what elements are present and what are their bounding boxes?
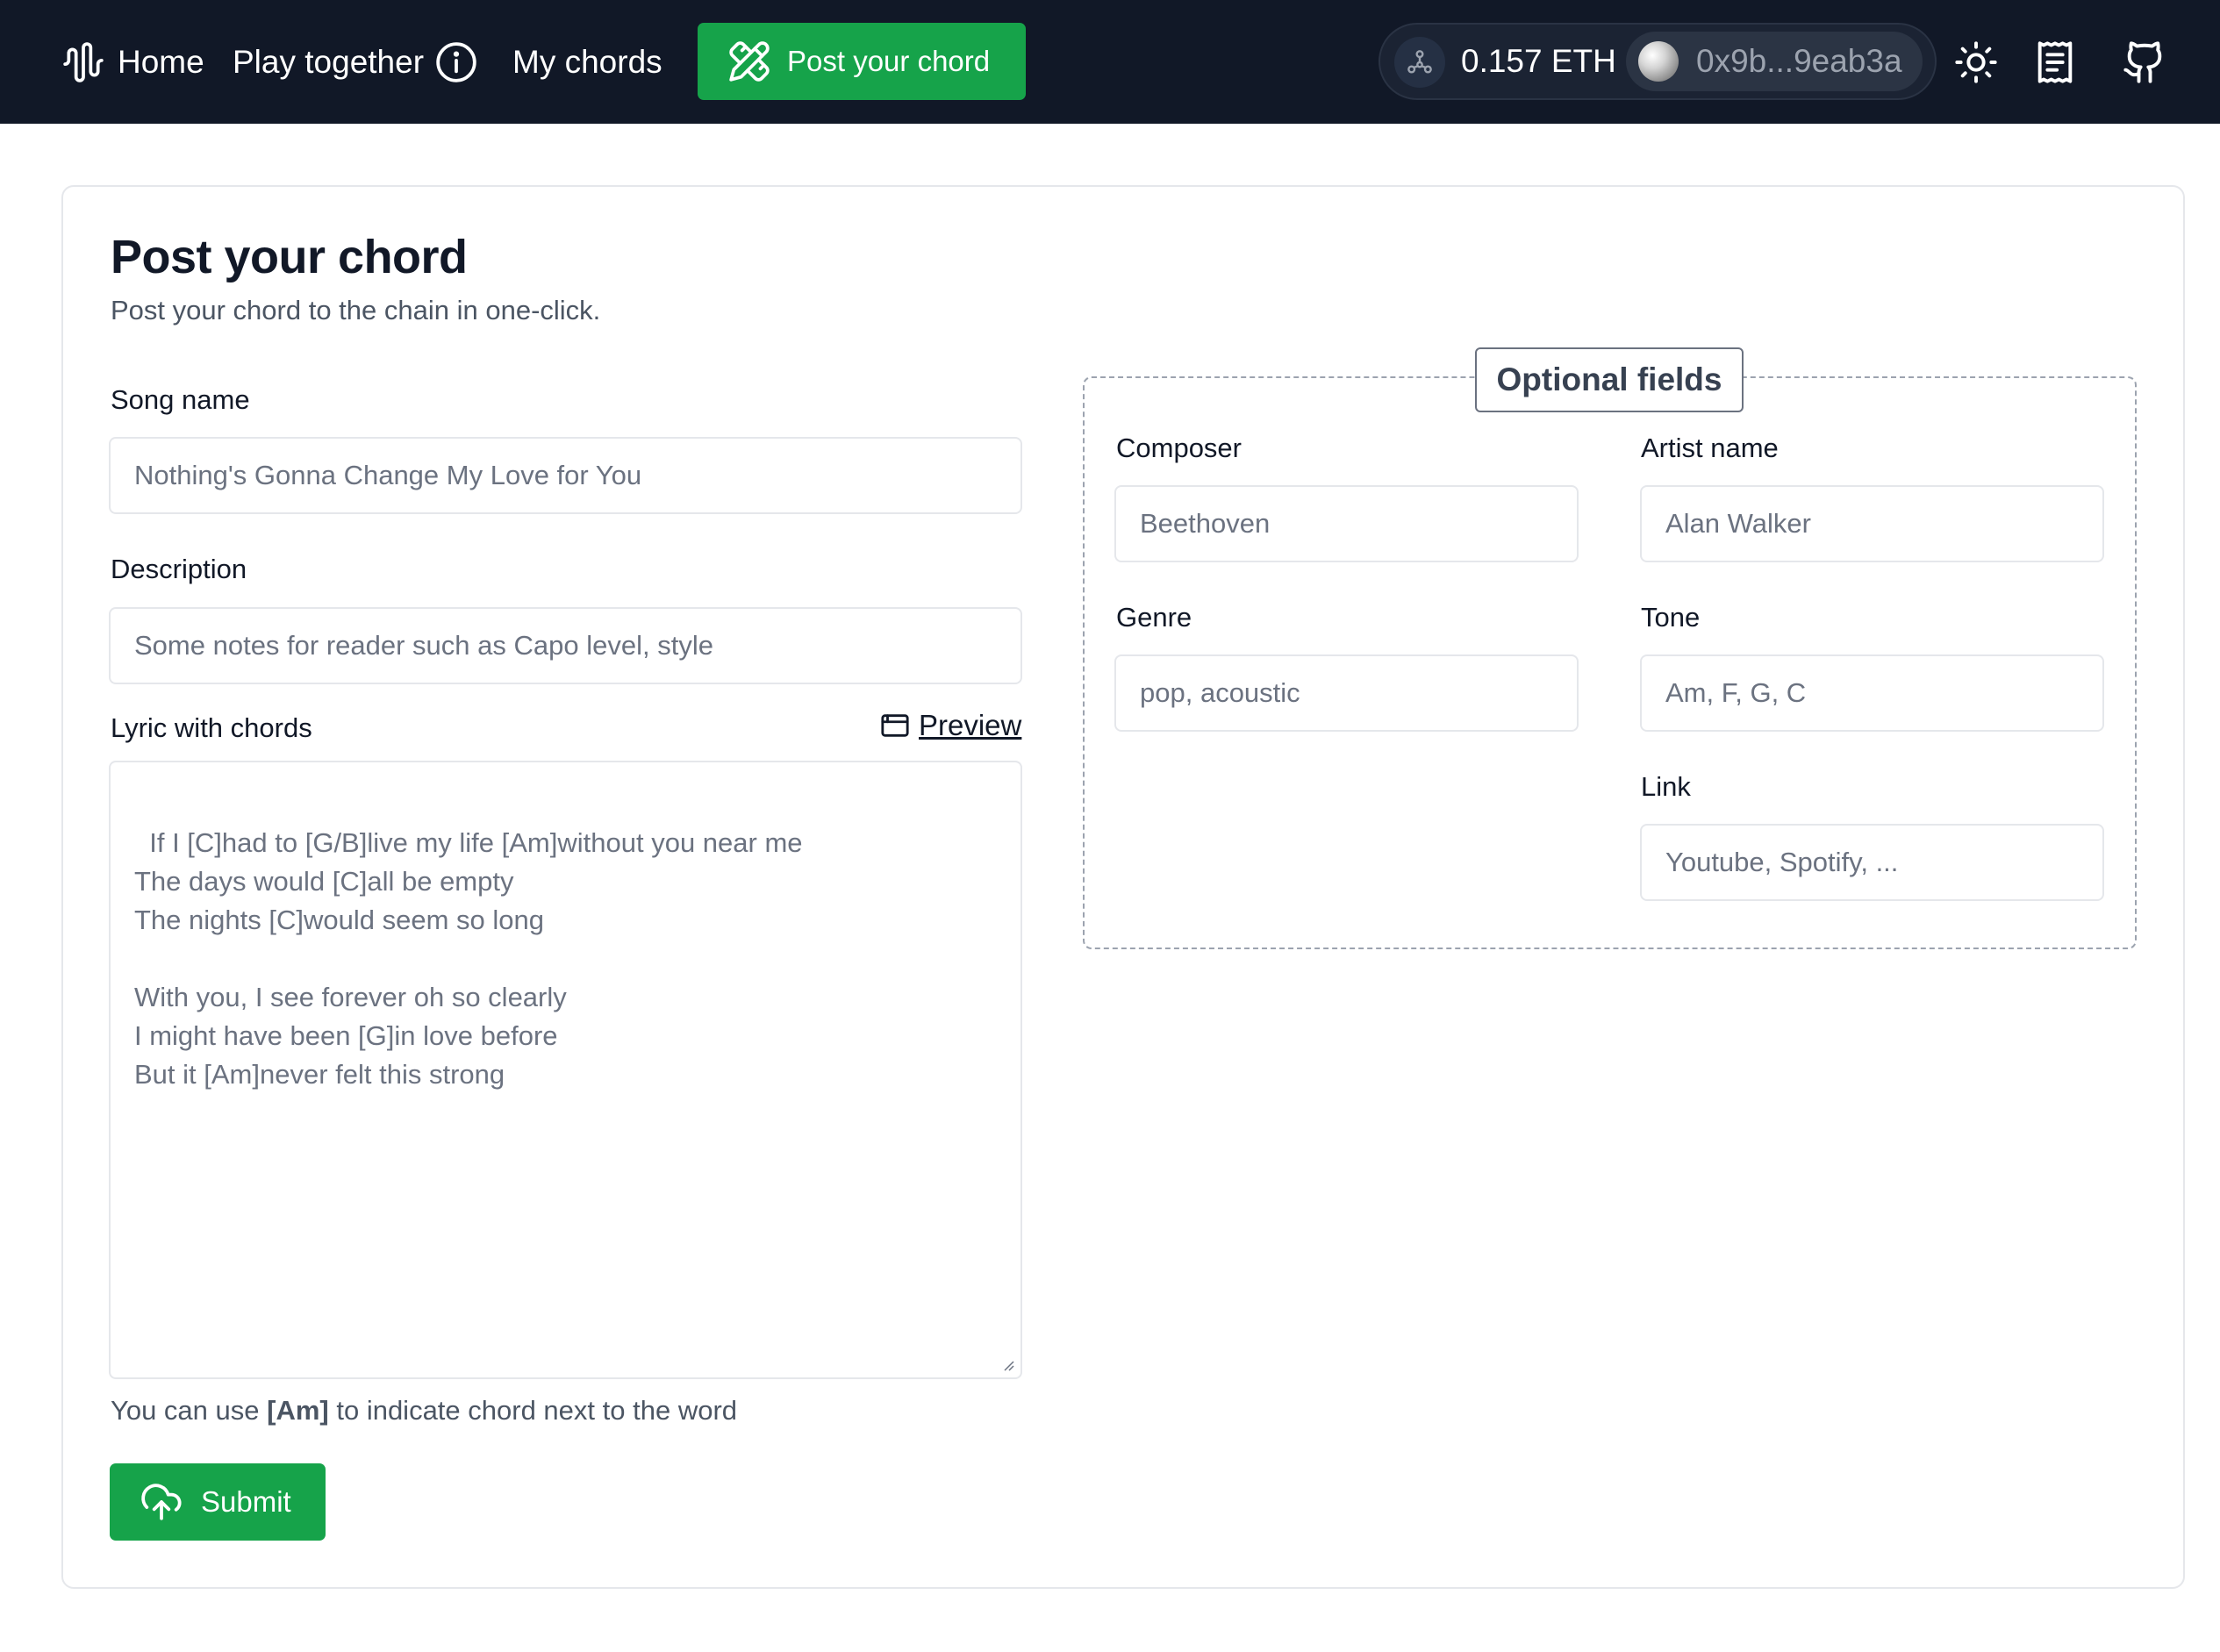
info-circle-icon[interactable] <box>434 40 478 84</box>
wallet-balance: 0.157 ETH <box>1461 43 1616 79</box>
preview-label: Preview <box>919 709 1022 741</box>
network-icon[interactable] <box>1394 37 1445 88</box>
page-title: Post your chord <box>111 231 468 283</box>
page-subtitle: Post your chord to the chain in one-clic… <box>111 295 601 325</box>
description-label: Description <box>111 554 247 584</box>
genre-label: Genre <box>1116 602 1192 633</box>
optional-fields-legend: Optional fields <box>1475 347 1744 412</box>
account-avatar <box>1638 41 1679 82</box>
tone-label: Tone <box>1641 602 1701 633</box>
theme-toggle-button[interactable] <box>1953 0 1999 124</box>
nav-post-chord-label: Post your chord <box>787 45 991 77</box>
link-input[interactable]: Youtube, Spotify, ... <box>1640 824 2104 901</box>
account-button[interactable]: 0x9b...9eab3a <box>1626 32 1923 91</box>
hint-code: [Am] <box>267 1395 329 1426</box>
docs-button[interactable] <box>2032 0 2078 124</box>
artist-input[interactable]: Alan Walker <box>1640 485 2104 562</box>
song-name-label: Song name <box>111 384 250 415</box>
hint-suffix: to indicate chord next to the word <box>328 1395 738 1426</box>
description-input[interactable]: Some notes for reader such as Capo level… <box>109 607 1022 684</box>
lyrics-label: Lyric with chords <box>111 712 312 743</box>
song-name-input[interactable]: Nothing's Gonna Change My Love for You <box>109 437 1022 514</box>
nav-play-together-label: Play together <box>233 43 425 80</box>
account-address: 0x9b...9eab3a <box>1696 43 1902 79</box>
nav-my-chords-link[interactable]: My chords <box>512 0 662 124</box>
composer-input[interactable]: Beethoven <box>1114 485 1579 562</box>
github-link[interactable] <box>2122 0 2167 124</box>
composer-label: Composer <box>1116 433 1242 463</box>
nav-home-label: Home <box>118 43 204 80</box>
resize-handle-icon[interactable] <box>1001 1358 1015 1372</box>
submit-label: Submit <box>201 1485 291 1518</box>
nav-my-chords-label: My chords <box>512 43 662 80</box>
nav-home-link[interactable]: Home <box>61 0 204 124</box>
link-label: Link <box>1641 771 1691 802</box>
waveform-icon <box>63 41 104 82</box>
browser-window-icon <box>881 714 909 737</box>
artist-label: Artist name <box>1641 433 1779 463</box>
pencil-ruler-icon <box>729 41 770 82</box>
chord-hint: You can use [Am] to indicate chord next … <box>111 1395 737 1427</box>
preview-link[interactable]: Preview <box>880 709 1021 742</box>
cloud-upload-icon <box>141 1484 182 1520</box>
github-icon <box>2123 40 2162 83</box>
top-navbar: Home Play together My chords Post your c… <box>0 0 2220 124</box>
wallet-pill[interactable]: 0.157 ETH 0x9b...9eab3a <box>1379 23 1937 100</box>
receipt-icon <box>2037 40 2073 83</box>
tone-input[interactable]: Am, F, G, C <box>1640 654 2104 732</box>
nav-post-chord-button[interactable]: Post your chord <box>698 23 1026 100</box>
lyrics-textarea[interactable]: If I [C]had to [G/B]live my life [Am]wit… <box>109 761 1022 1379</box>
hint-prefix: You can use <box>111 1395 268 1426</box>
sun-icon <box>1955 40 1997 83</box>
lyrics-placeholder: If I [C]had to [G/B]live my life [Am]wit… <box>134 827 803 1090</box>
nav-play-together-link[interactable]: Play together <box>233 0 478 124</box>
submit-button[interactable]: Submit <box>110 1463 326 1541</box>
genre-input[interactable]: pop, acoustic <box>1114 654 1579 732</box>
